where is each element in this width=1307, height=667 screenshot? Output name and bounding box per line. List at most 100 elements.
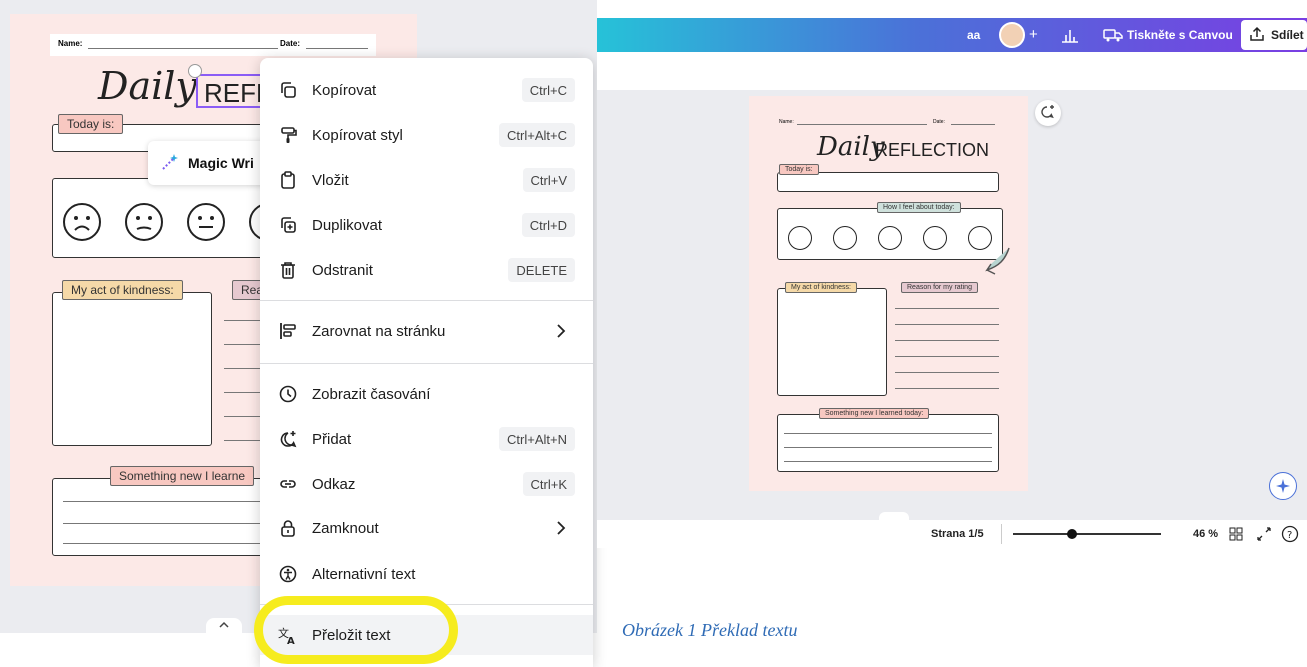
name-label: Name: xyxy=(58,39,83,48)
help-icon[interactable]: ? xyxy=(1281,525,1299,548)
magic-write-button[interactable]: Magic Wri xyxy=(148,141,278,185)
reason-line xyxy=(224,320,264,321)
clock-icon xyxy=(278,384,298,404)
name-label: Name: xyxy=(779,119,794,125)
title-caps: REFLECTION xyxy=(875,140,990,160)
today-label: Today is: xyxy=(779,164,819,175)
zoom-level[interactable]: 46 % xyxy=(1193,528,1218,540)
learned-line xyxy=(63,501,283,502)
learned-line xyxy=(784,433,992,434)
fullscreen-icon[interactable] xyxy=(1257,527,1271,546)
learned-line xyxy=(784,447,992,448)
name-line xyxy=(797,124,927,125)
zoom-slider-thumb[interactable] xyxy=(1067,529,1077,539)
menu-item-copy[interactable]: Kopírovat Ctrl+C xyxy=(260,70,593,110)
shortcut-badge: Ctrl+D xyxy=(521,213,575,237)
chevron-right-icon xyxy=(551,518,571,538)
top-toolbar: aa + Tiskněte s Canvou Sdílet xyxy=(597,18,1307,52)
accessibility-icon xyxy=(278,564,298,584)
user-initials: aa xyxy=(967,28,981,42)
arrow-decoration-icon xyxy=(985,247,1010,275)
add-comment-icon xyxy=(278,429,298,449)
align-icon xyxy=(278,321,298,341)
menu-item-link[interactable]: Odkaz Ctrl+K xyxy=(260,464,593,504)
figure-caption: Obrázek 1 Překlad textu xyxy=(622,620,798,640)
expand-pages-tab[interactable] xyxy=(206,618,242,634)
feelings-box xyxy=(777,208,1003,260)
reason-line xyxy=(895,356,999,357)
reason-line xyxy=(224,368,264,369)
shortcut-badge: Ctrl+Alt+C xyxy=(499,123,575,147)
learned-line xyxy=(63,543,283,544)
shortcut-badge: Ctrl+C xyxy=(521,78,575,102)
menu-item-copy-style[interactable]: Kopírovat styl Ctrl+Alt+C xyxy=(260,115,593,155)
menu-item-alt-text[interactable]: Alternativní text xyxy=(260,554,593,594)
copy-icon xyxy=(278,80,298,100)
reason-line xyxy=(224,416,264,417)
kindness-label: My act of kindness: xyxy=(785,282,857,293)
context-toolbar-area xyxy=(597,52,1307,90)
shortcut-badge: Ctrl+K xyxy=(522,472,575,496)
menu-divider xyxy=(260,363,593,364)
truck-icon xyxy=(1103,27,1123,48)
zoom-slider-track[interactable] xyxy=(1013,533,1161,535)
reason-line xyxy=(224,392,264,393)
reason-line xyxy=(895,388,999,389)
menu-item-align-to-page[interactable]: Zarovnat na stránku xyxy=(260,311,593,351)
shortcut-badge: Ctrl+Alt+N xyxy=(499,427,575,451)
menu-divider xyxy=(260,300,593,301)
shortcut-badge: DELETE xyxy=(508,258,575,282)
sad-face-icon xyxy=(63,203,101,241)
kindness-box xyxy=(52,292,212,446)
menu-item-show-timing[interactable]: Zobrazit časování xyxy=(260,374,593,414)
menu-item-add-comment[interactable]: Přidat Ctrl+Alt+N xyxy=(260,419,593,459)
reason-line xyxy=(895,340,999,341)
share-button[interactable]: Sdílet xyxy=(1241,20,1307,50)
neutral-face-icon xyxy=(187,203,225,241)
title-script: Daily xyxy=(98,64,197,108)
avatar[interactable] xyxy=(999,22,1025,48)
add-collaborator-button[interactable]: + xyxy=(1029,26,1038,43)
reason-line xyxy=(895,324,999,325)
right-worksheet-page[interactable]: Name: Date: Daily REFLECTION Today is: H… xyxy=(749,96,1028,491)
duplicate-icon xyxy=(278,215,298,235)
smile-face-icon xyxy=(923,226,947,250)
today-box xyxy=(777,172,999,192)
learned-label: Something new I learned today: xyxy=(819,408,930,419)
trash-icon xyxy=(278,260,298,280)
menu-item-paste[interactable]: Vložit Ctrl+V xyxy=(260,160,593,200)
unhappy-face-icon xyxy=(125,203,163,241)
menu-item-lock[interactable]: Zamknout xyxy=(260,508,593,548)
learned-box xyxy=(777,414,999,472)
insights-chart-icon[interactable] xyxy=(1061,27,1079,48)
reason-line xyxy=(224,440,264,441)
kindness-box xyxy=(777,288,887,396)
learned-line xyxy=(63,523,283,524)
rotate-handle[interactable] xyxy=(188,64,202,78)
today-label: Today is: xyxy=(58,114,124,134)
print-with-canva-button[interactable]: Tiskněte s Canvou xyxy=(1127,28,1233,42)
reason-label: Reason for my rating xyxy=(901,282,978,293)
magic-write-label: Magic Wri xyxy=(188,155,254,171)
menu-item-duplicate[interactable]: Duplikovat Ctrl+D xyxy=(260,205,593,245)
name-line xyxy=(88,48,278,49)
right-editor-panel: aa + Tiskněte s Canvou Sdílet Name: Date… xyxy=(597,18,1307,548)
date-line xyxy=(951,124,995,125)
link-icon xyxy=(278,474,298,494)
shortcut-badge: Ctrl+V xyxy=(522,168,575,192)
page-indicator: Strana 1/5 xyxy=(931,528,984,540)
add-comment-button[interactable] xyxy=(1035,100,1061,126)
assistant-sparkle-button[interactable] xyxy=(1269,472,1297,500)
learned-box xyxy=(52,478,292,556)
learned-label: Something new I learne xyxy=(110,466,255,486)
svg-text:?: ? xyxy=(1287,530,1292,541)
clipboard-icon xyxy=(278,170,298,190)
kindness-label: My act of kindness: xyxy=(62,280,183,300)
date-label: Date: xyxy=(933,119,945,125)
menu-item-label: Alternativní text xyxy=(312,565,416,583)
learned-line xyxy=(784,461,992,462)
feelings-box xyxy=(52,178,292,258)
grid-view-icon[interactable] xyxy=(1229,527,1243,546)
reason-line xyxy=(224,344,264,345)
menu-item-delete[interactable]: Odstranit DELETE xyxy=(260,250,593,290)
